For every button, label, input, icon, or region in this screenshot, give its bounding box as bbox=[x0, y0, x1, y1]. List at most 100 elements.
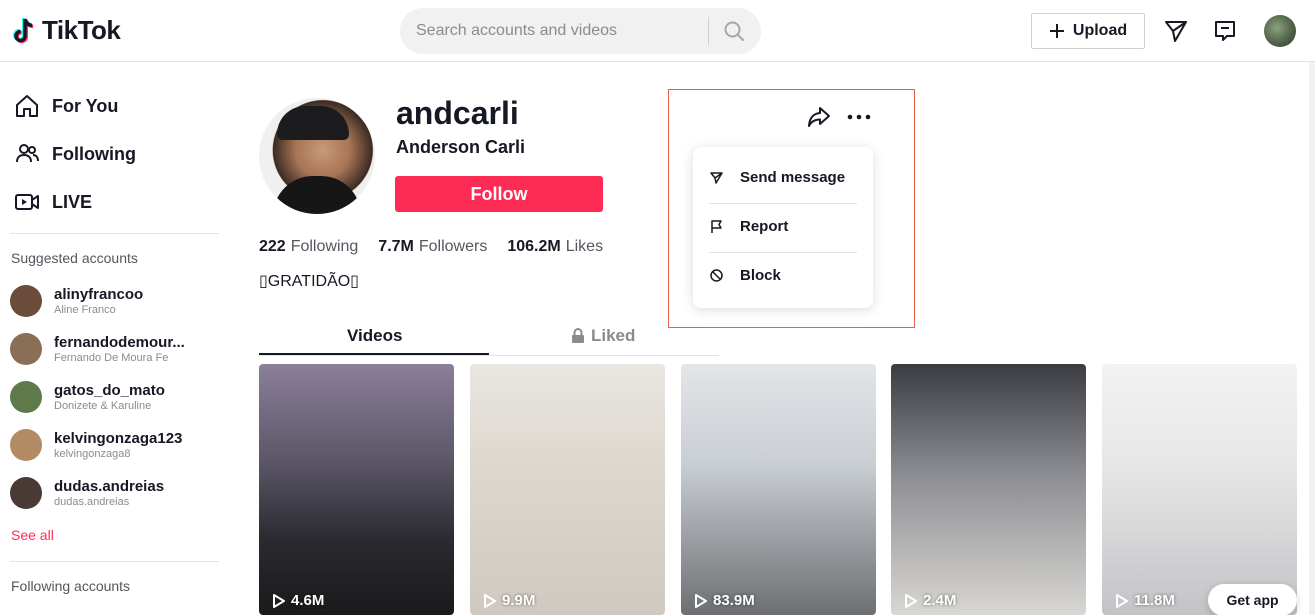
likes-label: Likes bbox=[565, 238, 604, 255]
share-arrow-icon bbox=[808, 107, 830, 127]
paper-plane-icon bbox=[1165, 21, 1187, 42]
account-fullname: Aline Franco bbox=[54, 303, 116, 316]
nav-following-label: Following bbox=[52, 143, 136, 164]
account-username: fernandodemour... bbox=[54, 333, 185, 351]
followers-label: Followers bbox=[418, 238, 488, 255]
account-username: dudas.andreias bbox=[54, 477, 165, 495]
nav-live-label: LIVE bbox=[52, 191, 93, 212]
tab-videos[interactable]: Videos bbox=[347, 326, 402, 346]
user-avatar[interactable] bbox=[1264, 15, 1296, 47]
plus-icon bbox=[1049, 24, 1064, 38]
nav-live[interactable]: LIVE bbox=[14, 189, 92, 215]
menu-item-send-message[interactable]: Send message bbox=[709, 169, 845, 186]
suggested-account[interactable]: kelvingonzaga123 kelvingonzaga8 bbox=[10, 429, 182, 461]
profile-tabs: Videos Liked bbox=[259, 320, 719, 356]
search-input[interactable] bbox=[400, 22, 700, 40]
play-icon bbox=[695, 593, 707, 608]
tiktok-note-icon bbox=[12, 16, 38, 46]
send-icon bbox=[710, 172, 723, 184]
video-thumbnail[interactable]: 2.4M bbox=[891, 364, 1086, 615]
inbox-button[interactable] bbox=[1212, 18, 1238, 44]
likes-stat: 106.2M Likes bbox=[507, 238, 603, 256]
logo-text: TikTok bbox=[42, 15, 121, 45]
avatar bbox=[10, 381, 42, 413]
account-username: gatos_do_mato bbox=[54, 381, 165, 399]
get-app-button[interactable]: Get app bbox=[1208, 584, 1297, 615]
avatar bbox=[10, 429, 42, 461]
avatar bbox=[10, 285, 42, 317]
account-username: alinyfrancoo bbox=[54, 285, 144, 303]
play-icon bbox=[273, 593, 285, 608]
tab-liked-label: Liked bbox=[591, 326, 636, 345]
account-fullname: dudas.andreias bbox=[54, 495, 130, 508]
suggested-account[interactable]: dudas.andreias dudas.andreias bbox=[10, 477, 164, 509]
video-thumbnail[interactable]: 11.8M bbox=[1102, 364, 1297, 615]
flag-icon bbox=[711, 220, 722, 233]
view-count-text: 11.8M bbox=[1134, 592, 1175, 609]
follow-button[interactable]: Follow bbox=[395, 176, 603, 212]
lock-icon bbox=[572, 328, 584, 343]
view-count: 9.9M bbox=[484, 592, 535, 609]
search-icon bbox=[724, 21, 744, 41]
menu-divider bbox=[709, 203, 857, 204]
share-button[interactable] bbox=[805, 103, 833, 131]
play-icon bbox=[484, 593, 496, 608]
users-icon bbox=[14, 141, 40, 167]
nav-for-you[interactable]: For You bbox=[14, 93, 118, 119]
likes-count: 106.2M bbox=[507, 238, 561, 255]
video-thumbnail[interactable]: 9.9M bbox=[470, 364, 665, 615]
profile-avatar bbox=[259, 98, 375, 214]
play-icon bbox=[905, 593, 917, 608]
account-fullname: Donizete & Karuline bbox=[54, 399, 152, 412]
avatar-cap bbox=[277, 106, 349, 140]
home-icon bbox=[14, 93, 40, 119]
profile-fullname: Anderson Carli bbox=[396, 137, 526, 157]
view-count: 83.9M bbox=[695, 592, 755, 609]
view-count-text: 2.4M bbox=[923, 592, 957, 609]
nav-for-you-label: For You bbox=[52, 95, 119, 116]
nav-following[interactable]: Following bbox=[14, 141, 136, 167]
messages-send-button[interactable] bbox=[1163, 18, 1189, 44]
more-options-menu: Send message Report Block bbox=[693, 147, 873, 308]
video-thumbnail[interactable]: 4.6M bbox=[259, 364, 454, 615]
suggested-account[interactable]: gatos_do_mato Donizete & Karuline bbox=[10, 381, 165, 413]
menu-item-report[interactable]: Report bbox=[709, 218, 788, 235]
inbox-icon bbox=[1215, 21, 1235, 41]
view-count-text: 9.9M bbox=[502, 592, 536, 609]
suggested-account[interactable]: alinyfrancoo Aline Franco bbox=[10, 285, 143, 317]
page-scrollbar[interactable] bbox=[1309, 62, 1315, 615]
search-button[interactable] bbox=[709, 8, 759, 54]
upload-label: Upload bbox=[1072, 22, 1128, 39]
view-count: 4.6M bbox=[273, 592, 324, 609]
avatar bbox=[10, 333, 42, 365]
more-options-button[interactable] bbox=[845, 103, 873, 131]
following-accounts-title: Following accounts bbox=[11, 578, 131, 594]
menu-item-label: Report bbox=[740, 218, 789, 235]
top-header: TikTok Upload bbox=[0, 0, 1315, 62]
followers-stat[interactable]: 7.7M Followers bbox=[378, 238, 487, 256]
search-bar bbox=[400, 8, 761, 54]
account-fullname: Fernando De Moura Fe bbox=[54, 351, 169, 364]
following-stat[interactable]: 222 Following bbox=[259, 238, 358, 256]
video-thumbnail[interactable]: 83.9M bbox=[681, 364, 876, 615]
see-all-link[interactable]: See all bbox=[11, 527, 54, 543]
suggested-accounts-title: Suggested accounts bbox=[11, 250, 138, 266]
followers-count: 7.7M bbox=[378, 238, 414, 255]
tab-liked[interactable]: Liked bbox=[571, 326, 635, 346]
tiktok-logo[interactable]: TikTok bbox=[12, 15, 121, 46]
upload-button[interactable]: Upload bbox=[1031, 13, 1145, 49]
sidebar-divider bbox=[10, 233, 219, 234]
profile-bio: ▯GRATIDÃO▯ bbox=[259, 273, 359, 290]
profile-username: andcarli bbox=[396, 95, 519, 131]
following-label: Following bbox=[290, 238, 359, 255]
profile-stats: 222 Following 7.7M Followers 106.2M Likes bbox=[259, 238, 603, 256]
play-icon bbox=[1116, 593, 1128, 608]
menu-item-block[interactable]: Block bbox=[709, 267, 781, 284]
live-camera-icon bbox=[14, 189, 40, 215]
suggested-account[interactable]: fernandodemour... Fernando De Moura Fe bbox=[10, 333, 185, 365]
avatar-shirt bbox=[273, 176, 361, 214]
menu-item-label: Send message bbox=[740, 169, 846, 186]
account-username: kelvingonzaga123 bbox=[54, 429, 183, 447]
view-count-text: 4.6M bbox=[291, 592, 325, 609]
menu-divider bbox=[709, 252, 857, 253]
